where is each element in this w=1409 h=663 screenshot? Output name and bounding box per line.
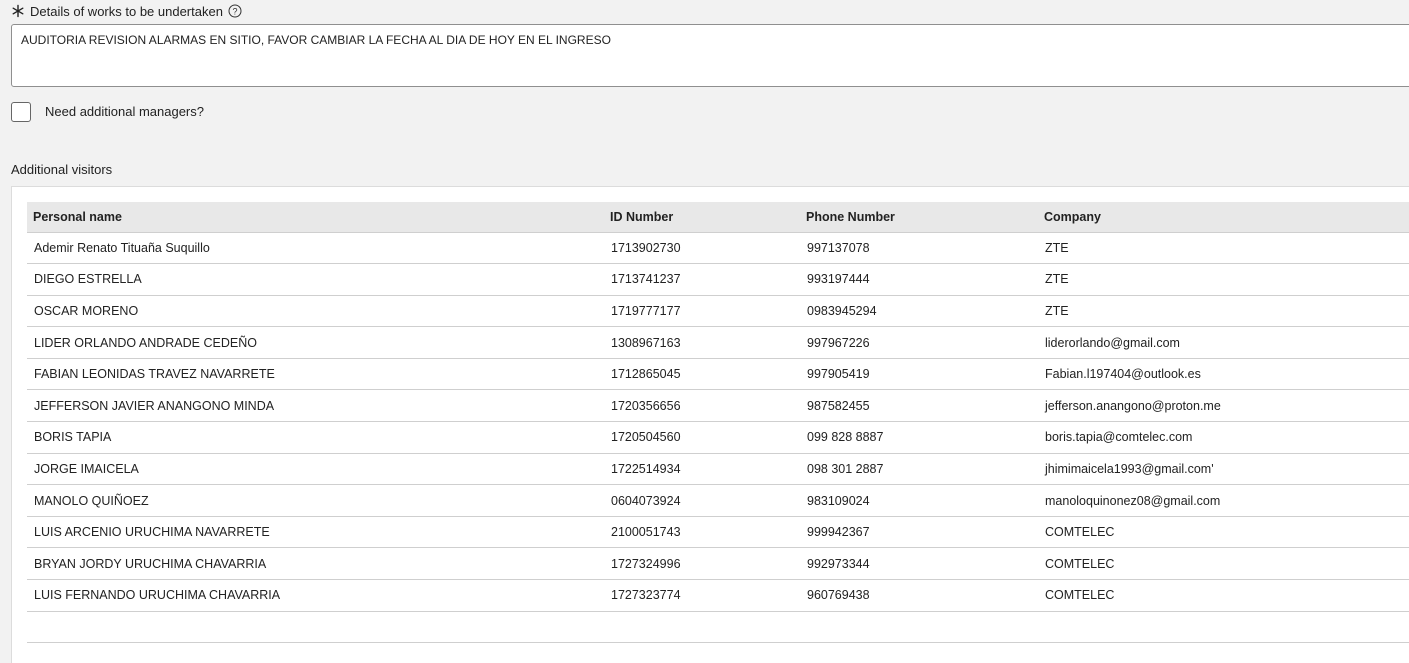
table-row[interactable]: DIEGO ESTRELLA 1713741237 993197444 ZTE: [27, 263, 1409, 296]
table-row[interactable]: Ademir Renato Tituaña Suquillo 1713902730…: [27, 232, 1409, 265]
table-header-row: Personal name ID Number Phone Number Com…: [27, 202, 1409, 233]
cell-phone-number: 997905419: [800, 358, 1038, 391]
cell-phone-number: 992973344: [800, 547, 1038, 581]
details-label-text: Details of works to be undertaken: [30, 3, 223, 19]
column-header-personal-name[interactable]: Personal name: [27, 202, 604, 233]
cell-personal-name: BORIS TAPIA: [27, 421, 604, 454]
cell-personal-name: MANOLO QUIÑOEZ: [27, 484, 604, 517]
cell-company: ZTE: [1038, 295, 1409, 328]
empty-cell: [800, 611, 1038, 644]
details-textarea[interactable]: AUDITORIA REVISION ALARMAS EN SITIO, FAV…: [11, 24, 1409, 87]
empty-table-row: [27, 642, 1409, 663]
cell-phone-number: 997967226: [800, 326, 1038, 359]
cell-id-number: 2100051743: [604, 516, 800, 549]
empty-cell: [1038, 611, 1409, 644]
cell-personal-name: Ademir Renato Tituaña Suquillo: [27, 232, 604, 265]
additional-managers-label: Need additional managers?: [45, 104, 204, 119]
cell-personal-name: LIDER ORLANDO ANDRADE CEDEÑO: [27, 326, 604, 359]
cell-id-number: 1719777177: [604, 295, 800, 328]
table-row[interactable]: MANOLO QUIÑOEZ 0604073924 983109024 manoloq…: [27, 484, 1409, 517]
cell-personal-name: LUIS FERNANDO URUCHIMA CHAVARRIA: [27, 579, 604, 612]
additional-visitors-panel: Personal name ID Number Phone Number Com…: [11, 186, 1409, 663]
cell-company: Fabian.l197404@outlook.es: [1038, 358, 1409, 391]
empty-cell: [27, 642, 604, 663]
cell-id-number: 1722514934: [604, 453, 800, 486]
cell-company: COMTELEC: [1038, 516, 1409, 549]
cell-phone-number: 999942367: [800, 516, 1038, 549]
cell-personal-name: JEFFERSON JAVIER ANANGONO MINDA: [27, 389, 604, 423]
cell-phone-number: 098 301 2887: [800, 453, 1038, 486]
cell-phone-number: 993197444: [800, 263, 1038, 296]
table-row[interactable]: FABIAN LEONIDAS TRAVEZ NAVARRETE 17128650…: [27, 358, 1409, 391]
asterisk-icon: [12, 4, 24, 18]
cell-id-number: 1713902730: [604, 232, 800, 265]
visitors-table: Personal name ID Number Phone Number Com…: [27, 202, 1409, 663]
cell-company: COMTELEC: [1038, 547, 1409, 581]
table-row[interactable]: BRYAN JORDY URUCHIMA CHAVARRIA 1727324996…: [27, 547, 1409, 581]
cell-personal-name: OSCAR MORENO: [27, 295, 604, 328]
cell-company: ZTE: [1038, 263, 1409, 296]
cell-personal-name: BRYAN JORDY URUCHIMA CHAVARRIA: [27, 547, 604, 581]
empty-cell: [800, 642, 1038, 663]
cell-id-number: 1712865045: [604, 358, 800, 391]
additional-managers-checkbox[interactable]: [11, 102, 31, 122]
empty-table-row: [27, 611, 1409, 644]
cell-company: jefferson.anangono@proton.me: [1038, 389, 1409, 423]
empty-cell: [604, 611, 800, 644]
cell-phone-number: 983109024: [800, 484, 1038, 517]
cell-id-number: 1720504560: [604, 421, 800, 454]
details-field-label: Details of works to be undertaken ?: [11, 2, 242, 20]
cell-id-number: 0604073924: [604, 484, 800, 517]
svg-text:?: ?: [232, 6, 237, 16]
visit-request-form: Details of works to be undertaken ? AUDI…: [0, 0, 1409, 663]
visitors-table-body: Ademir Renato Tituaña Suquillo 1713902730…: [27, 232, 1409, 663]
cell-company: manoloquinonez08@gmail.com: [1038, 484, 1409, 517]
table-row[interactable]: BORIS TAPIA 1720504560 099 828 8887 boris.t…: [27, 421, 1409, 454]
cell-id-number: 1713741237: [604, 263, 800, 296]
column-header-company[interactable]: Company: [1038, 202, 1409, 233]
cell-phone-number: 099 828 8887: [800, 421, 1038, 454]
cell-phone-number: 997137078: [800, 232, 1038, 265]
table-row[interactable]: LIDER ORLANDO ANDRADE CEDEÑO 1308967163 99…: [27, 326, 1409, 359]
cell-personal-name: DIEGO ESTRELLA: [27, 263, 604, 296]
cell-personal-name: FABIAN LEONIDAS TRAVEZ NAVARRETE: [27, 358, 604, 391]
cell-company: ZTE: [1038, 232, 1409, 265]
question-circle-icon[interactable]: ?: [228, 4, 242, 18]
table-row[interactable]: LUIS FERNANDO URUCHIMA CHAVARRIA 17273237…: [27, 579, 1409, 612]
cell-company: liderorlando@gmail.com: [1038, 326, 1409, 359]
cell-phone-number: 987582455: [800, 389, 1038, 423]
empty-cell: [1038, 642, 1409, 663]
table-row[interactable]: LUIS ARCENIO URUCHIMA NAVARRETE 210005174…: [27, 516, 1409, 549]
column-header-phone-number[interactable]: Phone Number: [800, 202, 1038, 233]
table-row[interactable]: OSCAR MORENO 1719777177 0983945294 ZTE: [27, 295, 1409, 328]
cell-phone-number: 960769438: [800, 579, 1038, 612]
cell-phone-number: 0983945294: [800, 295, 1038, 328]
cell-personal-name: LUIS ARCENIO URUCHIMA NAVARRETE: [27, 516, 604, 549]
empty-cell: [604, 642, 800, 663]
column-header-id-number[interactable]: ID Number: [604, 202, 800, 233]
cell-id-number: 1727324996: [604, 547, 800, 581]
additional-visitors-title: Additional visitors: [11, 162, 113, 177]
details-value: AUDITORIA REVISION ALARMAS EN SITIO, FAV…: [21, 33, 611, 47]
empty-cell: [27, 611, 604, 644]
cell-personal-name: JORGE IMAICELA: [27, 453, 604, 486]
cell-company: boris.tapia@comtelec.com: [1038, 421, 1409, 454]
cell-id-number: 1308967163: [604, 326, 800, 359]
cell-company: jhimimaicela1993@gmail.com': [1038, 453, 1409, 486]
cell-id-number: 1727323774: [604, 579, 800, 612]
cell-company: COMTELEC: [1038, 579, 1409, 612]
table-row[interactable]: JORGE IMAICELA 1722514934 098 301 2887 jhim…: [27, 453, 1409, 486]
cell-id-number: 1720356656: [604, 389, 800, 423]
table-row[interactable]: JEFFERSON JAVIER ANANGONO MINDA 172035665…: [27, 389, 1409, 423]
